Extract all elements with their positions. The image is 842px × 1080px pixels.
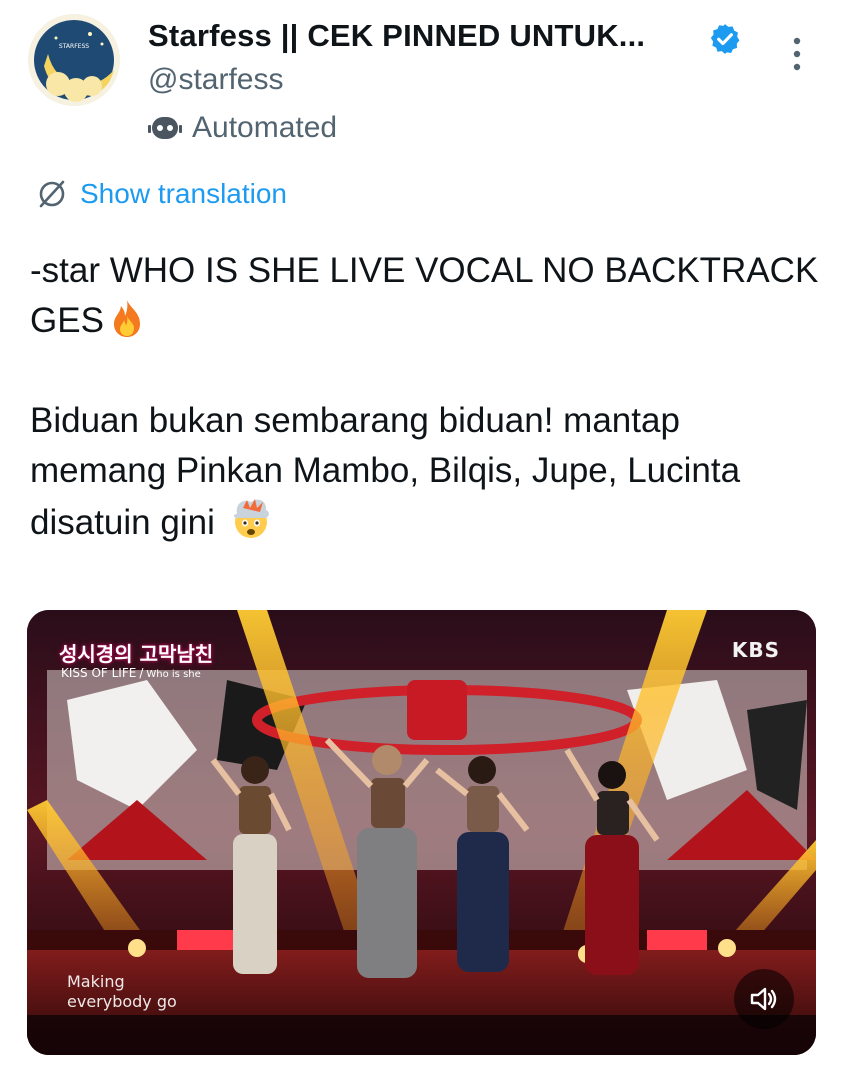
avatar-text: STARFESS bbox=[59, 43, 89, 50]
song-title-overlay: KISS OF LIFE / Who is she bbox=[61, 666, 201, 680]
speaker-muted-icon bbox=[750, 987, 777, 1011]
automated-label-text: Automated bbox=[192, 111, 338, 144]
robot-icon bbox=[148, 117, 182, 139]
author-display-name[interactable]: Starfess || CEK PINNED UNTUK... bbox=[148, 18, 645, 54]
more-options-icon[interactable] bbox=[784, 34, 810, 74]
caption-line-2: everybody go bbox=[67, 992, 177, 1011]
video-caption: Making everybody go bbox=[67, 972, 177, 1012]
automated-label: Automated bbox=[148, 108, 337, 148]
tweet-video[interactable]: 성시경의 고막남친 KISS OF LIFE / Who is she KBS Ma… bbox=[27, 610, 816, 1055]
caption-line-1: Making bbox=[67, 972, 125, 991]
show-translation-label: Show translation bbox=[80, 178, 288, 209]
author-handle[interactable]: @starfess bbox=[148, 63, 283, 97]
verified-badge-icon bbox=[710, 24, 740, 54]
show-translation-link[interactable]: Show translation bbox=[36, 175, 287, 213]
tweet-paragraph-2: Biduan bukan sembarang biduan! mantap me… bbox=[30, 396, 820, 548]
tweet-paragraph-1-text: -star WHO IS SHE LIVE VOCAL NO BACKTRACK… bbox=[30, 251, 819, 340]
tweet-text: -star WHO IS SHE LIVE VOCAL NO BACKTRACK… bbox=[30, 246, 820, 548]
song-artist: KISS OF LIFE bbox=[61, 666, 137, 680]
fire-emoji-icon bbox=[113, 300, 140, 337]
translate-icon bbox=[39, 180, 65, 208]
channel-logo: KBS bbox=[731, 638, 780, 662]
tweet-paragraph-2-text: Biduan bukan sembarang biduan! mantap me… bbox=[30, 401, 741, 542]
song-name: Who is she bbox=[146, 669, 201, 680]
song-separator: / bbox=[139, 666, 144, 680]
author-avatar[interactable]: STARFESS bbox=[28, 14, 120, 106]
mute-toggle-button[interactable] bbox=[734, 969, 794, 1029]
show-logo: 성시경의 고막남친 bbox=[59, 642, 214, 666]
exploding-head-emoji-icon bbox=[233, 499, 269, 538]
tweet-paragraph-1: -star WHO IS SHE LIVE VOCAL NO BACKTRACK… bbox=[30, 246, 820, 346]
